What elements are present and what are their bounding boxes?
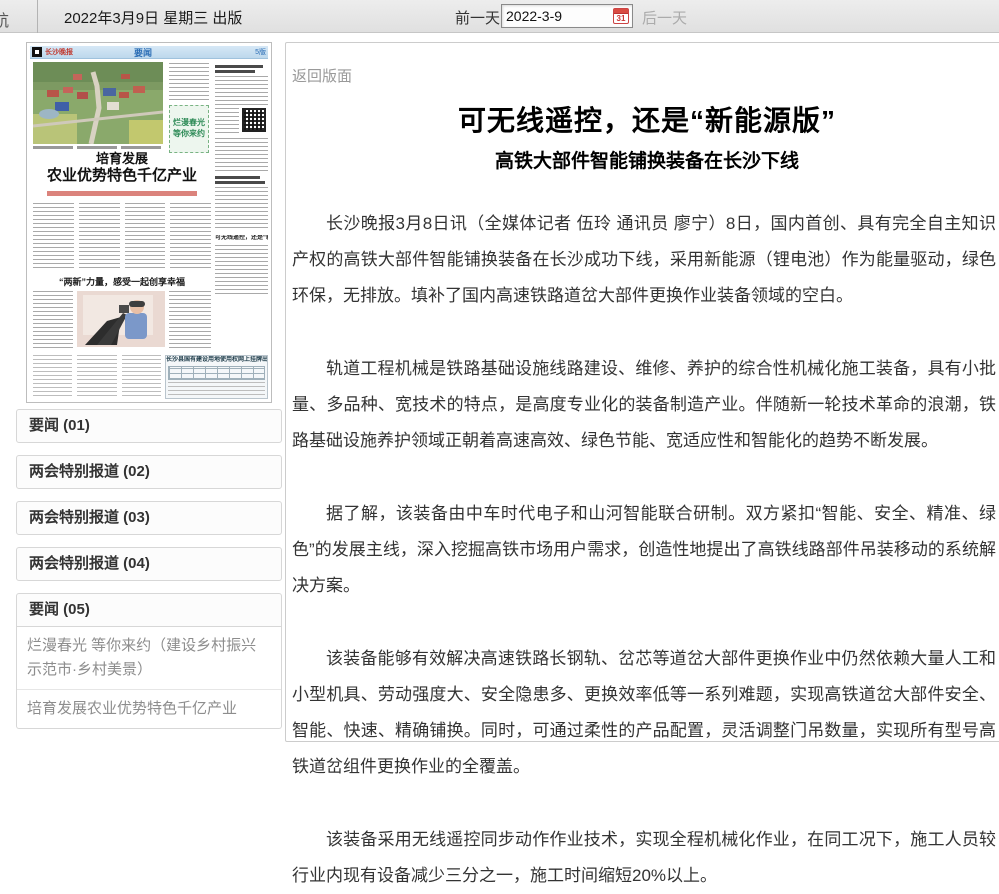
article-subtitle: 高铁大部件智能铺换装备在长沙下线 [286, 146, 999, 173]
thumb-masthead: 长沙晚报 要闻 5版 [30, 46, 268, 59]
next-day-link[interactable]: 后一天 [642, 7, 687, 28]
sidebar-section-lianghui-04[interactable]: 两会特别报道 (04) [16, 547, 282, 581]
thumb-promo-box: 烂漫春光 等你来约 [169, 105, 209, 153]
thumb-text-lines [169, 63, 209, 101]
sidebar-section-lianghui-03[interactable]: 两会特别报道 (03) [16, 501, 282, 535]
article-title: 可无线遥控，还是“新能源版” [286, 99, 999, 139]
thumb-aerial-photo [33, 62, 163, 144]
section-label: 两会特别报道 (02) [29, 463, 150, 480]
thumb-mid-story [33, 291, 211, 351]
thumb-notice-headline: 长沙县国有建设用地使用权网上挂牌出让公告 [166, 357, 267, 364]
previous-day-link[interactable]: 前一天 [455, 7, 500, 28]
sidebar-article-list: 烂漫春光 等你来约（建设乡村振兴示范市·乡村美景） 培育发展农业优势特色千亿产业 [16, 627, 282, 729]
article-panel: 返回版面 可无线遥控，还是“新能源版” 高铁大部件智能铺换装备在长沙下线 长沙晚… [285, 42, 999, 742]
thumb-notice-table [168, 366, 265, 380]
article-label: 烂漫春光 等你来约（建设乡村振兴示范市·乡村美景） [27, 637, 256, 678]
article-paragraph: 该装备能够有效解决高速铁路长钢轨、岔芯等道岔大部件更换作业中仍然依赖大量人工和小… [292, 641, 996, 785]
article-paragraph: 轨道工程机械是铁路基础设施线路建设、维修、养护的综合性机械化施工装备，具有小批量… [292, 351, 996, 459]
thumb-right-column: 可无线遥控，还是“新能源版” [215, 63, 268, 351]
sidebar-article-peiyu[interactable]: 培育发展农业优势特色千亿产业 [17, 689, 281, 728]
article-paragraph: 长沙晚报3月8日讯（全媒体记者 伍玲 通讯员 廖宁）8日，国内首创、具有完全自主… [292, 206, 996, 314]
thumb-section-name: 要闻 [134, 48, 152, 58]
newspaper-logo-icon [32, 47, 42, 57]
thumb-worker-photo [77, 291, 165, 347]
thumb-main-headline-2: 农业优势特色千亿产业 [33, 167, 211, 184]
publication-date: 2022年3月9日 星期三 出版 [64, 7, 242, 28]
topbar-divider [37, 0, 38, 33]
calendar-icon[interactable]: 31 [613, 8, 629, 24]
thumb-notice-box: 长沙县国有建设用地使用权网上挂牌出让公告 [165, 355, 268, 399]
thumb-mid-headline: “两新”力量，感受一起创享幸福 [33, 277, 211, 288]
sidebar-article-lanman[interactable]: 烂漫春光 等你来约（建设乡村振兴示范市·乡村美景） [17, 627, 281, 689]
thumb-photo-caption [33, 146, 163, 149]
thumb-promo-line1: 烂漫春光 [170, 117, 208, 128]
article-body: 长沙晚报3月8日讯（全媒体记者 伍玲 通讯员 廖宁）8日，国内首创、具有完全自主… [292, 206, 996, 894]
thumb-brand: 长沙晚报 [45, 49, 73, 56]
article-label: 培育发展农业优势特色千亿产业 [27, 700, 237, 717]
sidebar: 长沙晚报 要闻 5版 [16, 42, 282, 729]
section-label: 要闻 (05) [29, 601, 90, 618]
thumb-promo-line2: 等你来约 [170, 128, 208, 139]
newspaper-thumbnail[interactable]: 长沙晚报 要闻 5版 [26, 42, 272, 403]
nav-label-partial[interactable]: 航 [0, 7, 9, 31]
section-label: 两会特别报道 (03) [29, 509, 150, 526]
article-paragraph: 据了解，该装备由中车时代电子和山河智能联合研制。双方紧扣“智能、安全、精准、绿色… [292, 496, 996, 604]
thumb-right-headline: 可无线遥控，还是“新能源版” [215, 235, 268, 242]
sidebar-section-yaowen-01[interactable]: 要闻 (01) [16, 409, 282, 443]
thumb-body-columns [33, 203, 211, 269]
thumb-page-number: 5版 [255, 49, 266, 56]
date-picker: 31 [501, 4, 633, 28]
sidebar-section-lianghui-02[interactable]: 两会特别报道 (02) [16, 455, 282, 489]
thumb-qr-code [242, 108, 266, 132]
back-to-layout-link[interactable]: 返回版面 [292, 65, 352, 86]
sidebar-section-yaowen-05[interactable]: 要闻 (05) [16, 593, 282, 627]
thumb-red-subhead [47, 191, 197, 196]
calendar-icon-day: 31 [614, 14, 628, 23]
section-label: 要闻 (01) [29, 417, 90, 434]
thumb-bottom-columns [33, 355, 161, 399]
section-label: 两会特别报道 (04) [29, 555, 150, 572]
article-paragraph: 该装备采用无线遥控同步动作作业技术，实现全程机械化作业，在同工况下，施工人员较行… [292, 822, 996, 894]
thumb-main-headline-1: 培育发展 [33, 151, 211, 166]
topbar: 航 2022年3月9日 星期三 出版 前一天 31 后一天 [0, 0, 999, 33]
date-input[interactable] [502, 6, 606, 26]
